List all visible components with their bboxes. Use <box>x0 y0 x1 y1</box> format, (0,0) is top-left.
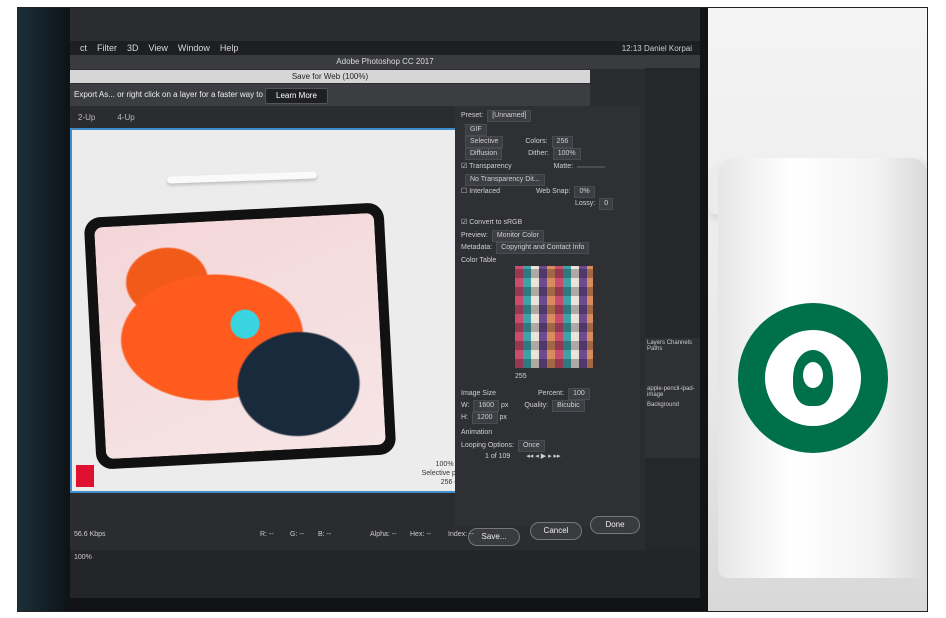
download-speed: 56.6 Kbps <box>74 531 106 538</box>
menu-bar: ct Filter 3D View Window Help 12:13 Dani… <box>70 41 700 55</box>
ipad-image <box>83 202 397 470</box>
app-title: Adobe Photoshop CC 2017 <box>70 55 700 69</box>
laptop-bezel <box>18 8 68 611</box>
transparency-dither-select[interactable]: No Transparency Dit... <box>465 174 545 186</box>
layer-item[interactable]: apple-pencil-ipad-image <box>645 384 700 400</box>
interlaced-checkbox[interactable]: ☐ <box>461 188 469 195</box>
metadata-select[interactable]: Copyright and Contact Info <box>496 242 590 254</box>
tab-channels[interactable]: Channels <box>667 340 692 346</box>
export-info-bar: Export As... or right click on a layer f… <box>70 84 590 106</box>
reduction-select[interactable]: Selective <box>465 136 504 148</box>
red-mark <box>76 465 94 487</box>
color-table[interactable] <box>515 266 593 368</box>
dialog-title: Save for Web (100%) <box>70 70 590 83</box>
status-bar: 56.6 Kbps R: -- G: -- B: -- Alpha: -- He… <box>74 531 474 538</box>
tab-4-up[interactable]: 4-Up <box>117 113 134 122</box>
image-preview: 100% dither Selective palette 256 colors <box>70 128 483 493</box>
preset-select[interactable]: [Unnamed] <box>487 110 532 122</box>
layer-item[interactable]: Background <box>645 400 700 410</box>
color-table-label: Color Table <box>461 257 497 264</box>
matte-swatch[interactable] <box>577 166 606 168</box>
menu-view[interactable]: View <box>149 43 168 53</box>
menubar-status: 12:13 Daniel Korpai <box>621 43 692 53</box>
starbucks-logo <box>738 303 888 453</box>
color-count: 255 <box>515 373 527 380</box>
tab-paths[interactable]: Paths <box>647 346 662 352</box>
convert-srgb-checkbox[interactable]: ☑ <box>461 219 469 226</box>
format-select[interactable]: GIF <box>465 124 487 136</box>
learn-more-button[interactable]: Learn More <box>265 88 328 104</box>
laptop: ct Filter 3D View Window Help 12:13 Dani… <box>18 8 708 611</box>
dither-algo-select[interactable]: Diffusion <box>465 148 503 160</box>
menu-window[interactable]: Window <box>178 43 210 53</box>
last-frame-button[interactable]: ▸▸ <box>554 453 561 460</box>
preview-select[interactable]: Monitor Color <box>491 230 544 242</box>
next-frame-button[interactable]: ▸ <box>548 453 552 460</box>
prev-frame-button[interactable]: ◂ <box>535 453 539 460</box>
colors-field[interactable]: 256 <box>551 136 574 148</box>
first-frame-button[interactable]: ◂◂ <box>526 453 533 460</box>
lossy-field[interactable]: 0 <box>599 198 614 210</box>
height-field[interactable]: 1200 <box>472 412 498 424</box>
web-snap-field[interactable]: 0% <box>574 186 595 198</box>
play-button[interactable]: ▶ <box>541 453 546 460</box>
percent-field[interactable]: 100 <box>568 388 590 400</box>
width-field[interactable]: 1600 <box>473 400 500 412</box>
view-tabs: 2-Up 4-Up <box>70 108 470 126</box>
photo-frame: ct Filter 3D View Window Help 12:13 Dani… <box>17 7 928 612</box>
bottom-bar: 100% <box>70 550 700 598</box>
menu-select[interactable]: ct <box>80 43 87 53</box>
laptop-screen: ct Filter 3D View Window Help 12:13 Dani… <box>70 8 700 598</box>
transparency-checkbox[interactable]: ☑ <box>461 163 469 170</box>
layers-tabs: Layers Channels Paths <box>645 338 700 354</box>
quality-select[interactable]: Bicubic <box>552 400 585 412</box>
dither-field[interactable]: 100% <box>552 148 581 160</box>
right-panel <box>645 68 700 588</box>
menu-3d[interactable]: 3D <box>127 43 139 53</box>
menu-filter[interactable]: Filter <box>97 43 117 53</box>
looping-select[interactable]: Once <box>517 440 545 452</box>
apple-pencil <box>166 171 318 184</box>
layers-panel: Layers Channels Paths apple-pencil-ipad-… <box>645 338 700 458</box>
tab-2-up[interactable]: 2-Up <box>78 113 95 122</box>
frame-counter: 1 of 109 <box>485 453 511 460</box>
zoom-level[interactable]: 100% <box>74 554 92 561</box>
settings-panel: Preset: [Unnamed] GIF Selective Colors: 25… <box>455 106 640 526</box>
menu-help[interactable]: Help <box>220 43 239 53</box>
